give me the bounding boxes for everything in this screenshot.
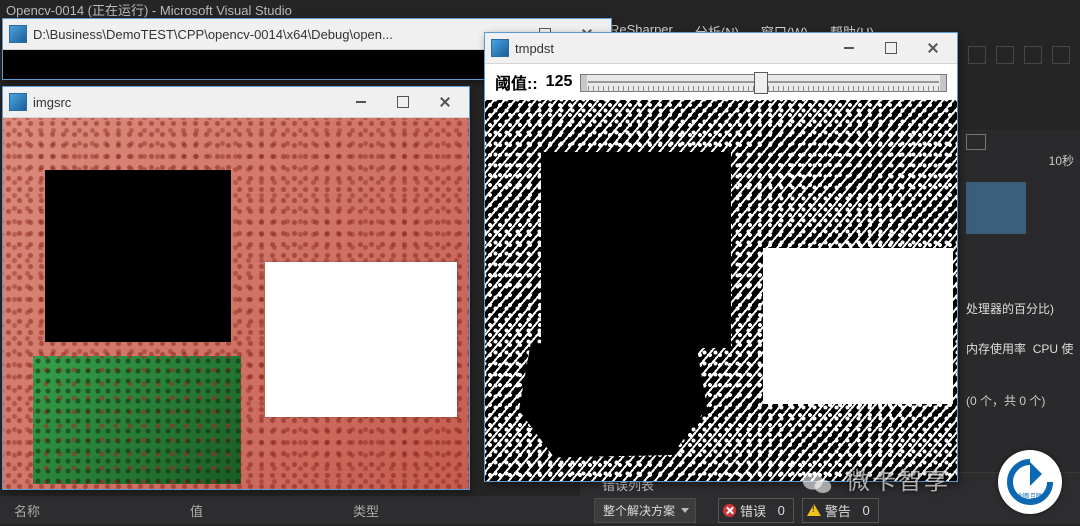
console-appicon [9, 25, 27, 43]
imgsrc-window[interactable]: imgsrc [2, 86, 470, 490]
col-name: 名称 [14, 501, 40, 520]
imgsrc-minimize-button[interactable] [343, 87, 379, 117]
diag-timescale: 10秒 [1049, 152, 1074, 169]
diag-counts: (0 个，共 0 个) [966, 392, 1045, 409]
col-value: 值 [190, 501, 203, 520]
close-icon [439, 96, 451, 108]
diag-memory-label: 内存使用率 CPU 使 [966, 340, 1073, 357]
tmpdst-minimize-button[interactable] [831, 33, 867, 63]
tmpdst-window[interactable]: tmpdst 阈值:: 125 [484, 32, 958, 482]
toolbar-button-5[interactable] [1024, 46, 1042, 64]
imgsrc-green-rect [33, 356, 241, 484]
watermark-logo: 创新互联 [998, 450, 1062, 514]
imgsrc-black-square [45, 170, 231, 342]
tmpdst-close-button[interactable] [915, 33, 951, 63]
warnings-pill[interactable]: 警告 0 [802, 498, 879, 523]
threshold-trackbar[interactable] [580, 67, 947, 97]
imgsrc-close-button[interactable] [427, 87, 463, 117]
tmpdst-canvas [485, 100, 957, 481]
col-type: 类型 [353, 501, 379, 520]
svg-text:创新互联: 创新互联 [1018, 492, 1042, 500]
imgsrc-titlebar[interactable]: imgsrc [3, 87, 469, 118]
tmpdst-black-blob-top [541, 152, 731, 348]
minimize-icon [356, 101, 366, 103]
imgsrc-white-square [265, 262, 457, 417]
diag-cpu-pct-label: 处理器的百分比) [966, 300, 1054, 317]
error-scope-dropdown[interactable]: 整个解决方案 [594, 498, 696, 523]
diagnostics-panel: 10秒 处理器的百分比) 内存使用率 CPU 使 (0 个，共 0 个) [960, 130, 1080, 486]
wechat-icon [802, 470, 832, 496]
vs-title: Opencv-0014 (正在运行) - Microsoft Visual St… [6, 0, 292, 18]
watermark-text: 微卡智享 [846, 461, 950, 496]
trackbar-label: 阈值:: [495, 70, 538, 94]
tmpdst-titlebar[interactable]: tmpdst [485, 33, 957, 64]
imgsrc-title: imgsrc [33, 95, 71, 110]
toolbar-button-6[interactable] [1052, 46, 1070, 64]
imgsrc-appicon [9, 93, 27, 111]
tmpdst-white-square [763, 248, 953, 404]
error-icon [723, 504, 736, 517]
console-title: D:\Business\DemoTEST\CPP\opencv-0014\x64… [33, 27, 393, 42]
diag-graph-icon [966, 134, 986, 150]
minimize-icon [844, 47, 854, 49]
trackbar-thumb[interactable] [754, 72, 768, 94]
tmpdst-black-blob-bottom [515, 336, 711, 460]
imgsrc-canvas [3, 118, 469, 489]
tmpdst-title: tmpdst [515, 41, 554, 56]
tmpdst-trackbar-row: 阈值:: 125 [485, 64, 957, 100]
tmpdst-appicon [491, 39, 509, 57]
warning-icon [807, 504, 821, 516]
maximize-icon [397, 96, 409, 108]
close-icon [927, 42, 939, 54]
toolbar-button-3[interactable] [968, 46, 986, 64]
watch-columns: 名称 值 类型 [0, 496, 580, 524]
diag-cpu-bar [966, 182, 1026, 234]
errors-pill[interactable]: 错误 0 [718, 498, 794, 523]
imgsrc-maximize-button[interactable] [385, 87, 421, 117]
toolbar-button-4[interactable] [996, 46, 1014, 64]
trackbar-value: 125 [546, 73, 573, 91]
maximize-icon [885, 42, 897, 54]
tmpdst-maximize-button[interactable] [873, 33, 909, 63]
